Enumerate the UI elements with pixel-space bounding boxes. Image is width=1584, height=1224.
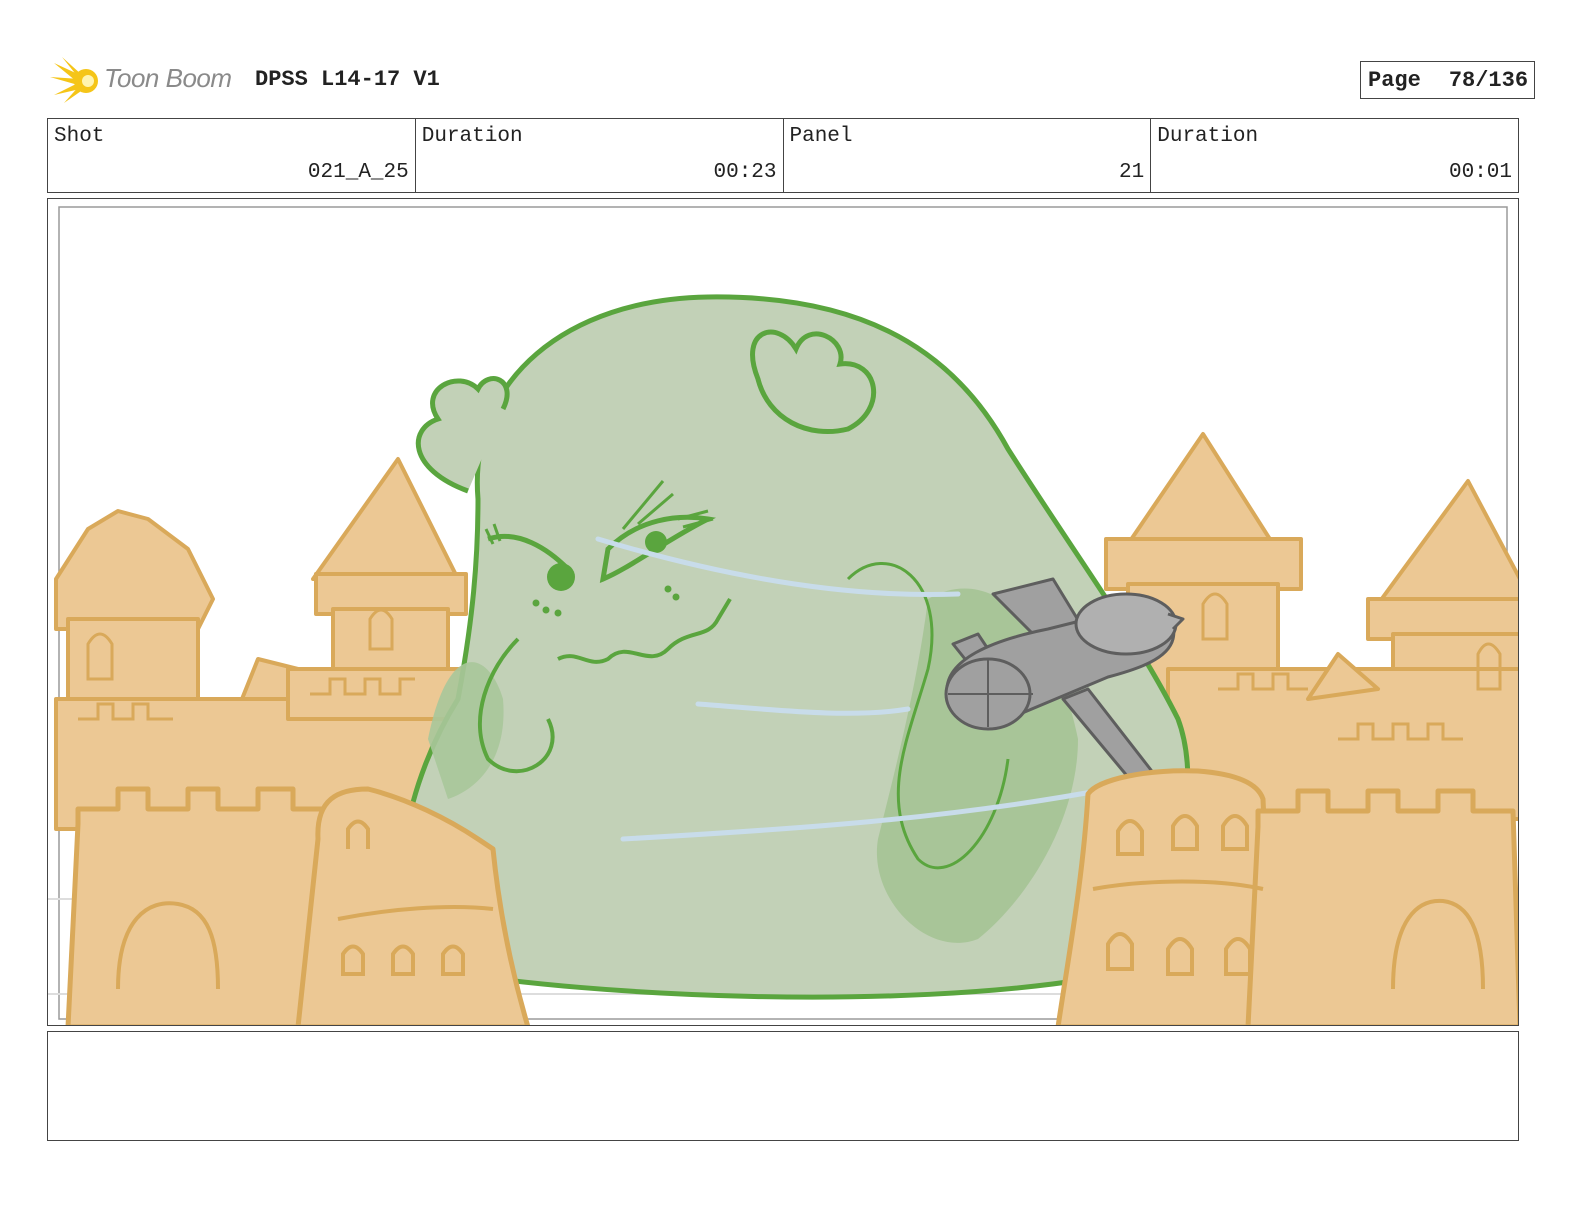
panel-duration-value: 00:01 <box>1448 161 1512 184</box>
panel-value: 21 <box>1119 161 1145 184</box>
page-indicator: Page 78/136 <box>1360 61 1535 99</box>
page-label: Page <box>1368 67 1421 93</box>
header: Toon Boom DPSS L14-17 V1 Page 78/136 <box>50 55 1535 105</box>
storyboard-panel <box>47 198 1519 1026</box>
shot-label: Shot <box>54 125 105 148</box>
starburst-icon <box>50 57 98 103</box>
project-title: DPSS L14-17 V1 <box>255 67 440 92</box>
shot-value: 021_A_25 <box>307 161 409 184</box>
shot-duration-value: 00:23 <box>713 161 777 184</box>
toon-boom-logo: Toon Boom <box>50 55 240 105</box>
panel-label: Panel <box>789 125 853 148</box>
panel-duration-cell: Duration 00:01 <box>1151 119 1518 192</box>
logo-text: Toon Boom <box>104 63 232 93</box>
page-number: 78/136 <box>1448 67 1529 93</box>
shot-duration-cell: Duration 00:23 <box>416 119 784 192</box>
shot-duration-label: Duration <box>421 125 523 148</box>
shot-info-table: Shot 021_A_25 Duration 00:23 Panel 21 Du… <box>47 118 1519 193</box>
shot-cell: Shot 021_A_25 <box>48 119 416 192</box>
front-right-castle <box>1055 768 1518 1025</box>
panel-drawing <box>48 206 1518 1025</box>
left-back-castle <box>54 457 478 831</box>
notes-area <box>47 1031 1519 1141</box>
panel-cell: Panel 21 <box>784 119 1152 192</box>
panel-duration-label: Duration <box>1157 125 1259 148</box>
